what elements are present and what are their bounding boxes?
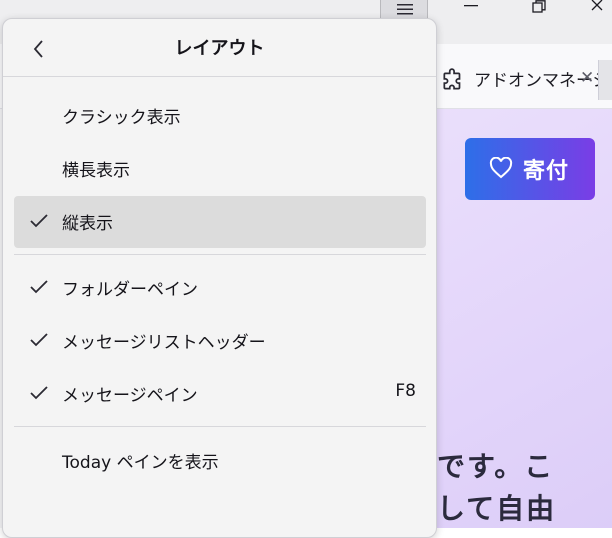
restore-icon[interactable] xyxy=(530,0,550,14)
menu-item-label: メッセージペイン xyxy=(62,386,198,406)
menu-item-wide-view[interactable]: 横長表示 xyxy=(14,143,426,195)
close-window-icon[interactable] xyxy=(590,0,612,14)
menu-item-folder-pane[interactable]: フォルダーペイン xyxy=(14,262,426,314)
donate-label: 寄付 xyxy=(523,159,570,184)
menu-item-shortcut: F8 xyxy=(395,381,416,401)
checkmark-icon xyxy=(30,214,48,228)
menu-item-label: Today ペインを表示 xyxy=(62,453,219,473)
menu-item-message-pane[interactable]: メッセージペイン F8 xyxy=(14,368,426,420)
layout-menu-panel: レイアウト クラシック表示 横長表示 縦表示 フォルダーペイン メッセージリスト… xyxy=(2,18,437,538)
checkmark-icon xyxy=(30,333,48,347)
puzzle-piece-icon xyxy=(443,68,461,90)
checkmark-icon xyxy=(30,280,48,294)
hamburger-icon xyxy=(397,4,413,15)
menu-item-show-today-pane[interactable]: Today ペインを表示 xyxy=(14,435,426,487)
app-menu-button[interactable] xyxy=(380,0,428,20)
menu-item-label: クラシック表示 xyxy=(62,108,181,128)
heart-icon xyxy=(489,157,513,179)
checkmark-icon xyxy=(30,386,48,400)
menu-divider xyxy=(14,426,426,427)
menu-item-label: フォルダーペイン xyxy=(62,280,198,300)
menu-item-vertical-view[interactable]: 縦表示 xyxy=(14,196,426,248)
donate-button[interactable]: 寄付 xyxy=(465,138,595,200)
minimize-icon[interactable] xyxy=(462,0,482,12)
panel-title: レイアウト xyxy=(174,38,265,59)
menu-divider xyxy=(14,254,426,255)
content-text-line1: です。こ xyxy=(437,450,555,483)
menu-item-label: 横長表示 xyxy=(62,161,130,181)
menu-item-message-list-header[interactable]: メッセージリストヘッダー xyxy=(14,315,426,367)
tab-close-icon[interactable]: ✕ xyxy=(580,68,594,88)
menu-item-label: 縦表示 xyxy=(62,214,113,234)
tab-overflow[interactable] xyxy=(598,60,612,100)
menu-item-label: メッセージリストヘッダー xyxy=(62,333,266,353)
header-divider xyxy=(3,76,436,77)
content-text-line2: して自由 xyxy=(437,492,557,525)
menu-item-classic-view[interactable]: クラシック表示 xyxy=(14,90,426,142)
